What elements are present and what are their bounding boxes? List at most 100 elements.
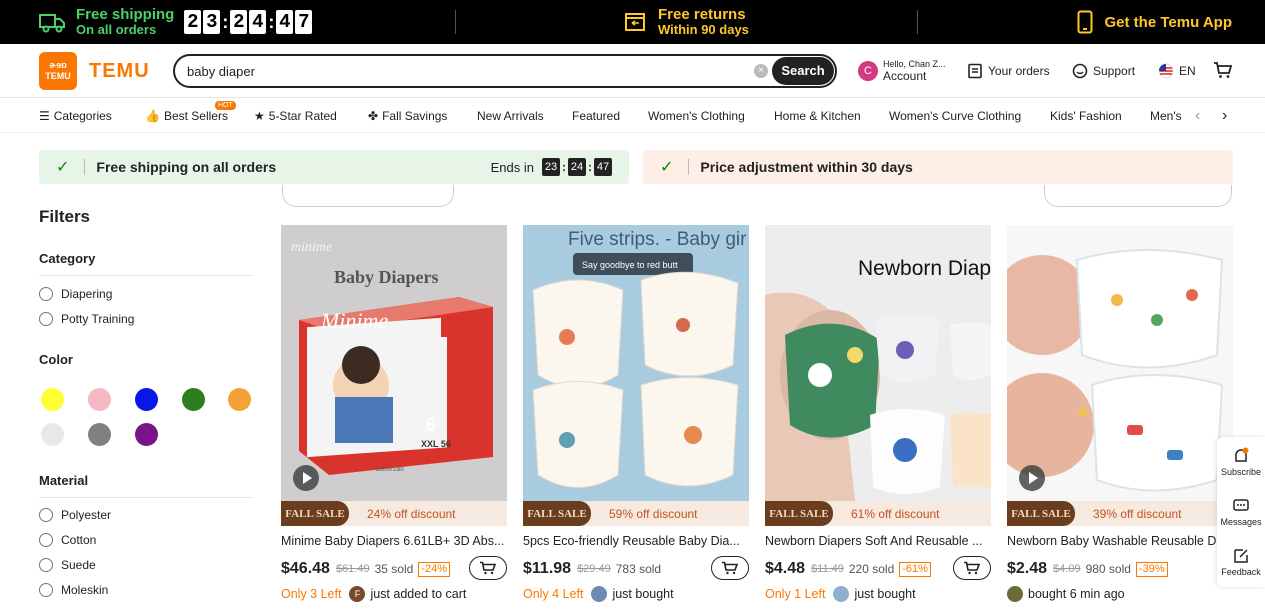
- search-input[interactable]: [187, 61, 747, 81]
- product-card[interactable]: Five strips. - Baby gir Say goodbye to r…: [523, 225, 749, 611]
- logo-text: TEMU: [89, 59, 150, 82]
- discount-text: 61% off discount: [851, 506, 940, 521]
- color-swatch-orange[interactable]: [228, 388, 251, 411]
- cart-icon[interactable]: [1213, 61, 1233, 79]
- nav-label: Kids' Fashion: [1050, 109, 1122, 123]
- nav-new-arrivals[interactable]: New Arrivals: [477, 109, 544, 123]
- stock-row: Only 4 Left just bought: [523, 586, 749, 602]
- sale-strip: FALL SALE 39% off discount: [1007, 501, 1233, 526]
- product-image[interactable]: Five strips. - Baby gir Say goodbye to r…: [523, 225, 749, 501]
- account-label: Account: [883, 69, 927, 83]
- get-app-text: Get the Temu App: [1104, 13, 1233, 31]
- svg-text:XXL 56: XXL 56: [421, 439, 451, 449]
- support-link[interactable]: Support: [1072, 63, 1135, 79]
- returns-line1: Free returns: [658, 6, 746, 23]
- orders-icon: [968, 63, 982, 79]
- nav-featured[interactable]: Featured: [572, 109, 620, 123]
- nav-mens[interactable]: Men's: [1150, 109, 1182, 123]
- nav-best-sellers[interactable]: 👍 Best Sellers: [145, 109, 228, 123]
- product-image[interactable]: minime Baby Diapers Minime 6 XXL 56 33cm…: [281, 225, 507, 501]
- color-swatch-white[interactable]: [41, 423, 64, 446]
- language-selector[interactable]: EN: [1158, 63, 1196, 79]
- image-sub-text: Say goodbye to red butt: [582, 260, 678, 270]
- subscribe-button[interactable]: Subscribe: [1217, 447, 1265, 477]
- product-image[interactable]: [1007, 225, 1233, 501]
- price-adjustment-banner: ✓ Price adjustment within 30 days: [643, 150, 1233, 184]
- product-card[interactable]: FALL SALE 39% off discount Newborn Baby …: [1007, 225, 1233, 611]
- discount-badge: -61%: [899, 561, 931, 577]
- option-label: Cotton: [61, 533, 97, 547]
- filter-dropdown[interactable]: [1044, 185, 1232, 207]
- nav-fall-savings[interactable]: ✤ Fall Savings: [368, 109, 447, 123]
- add-to-cart-button[interactable]: [469, 556, 507, 580]
- countdown-digit: 2: [230, 10, 248, 34]
- nav-kids-fashion[interactable]: Kids' Fashion: [1050, 109, 1122, 123]
- product-card[interactable]: Newborn Diap FALL SALE 61% off discount …: [765, 225, 991, 611]
- shipping-line2: On all orders: [76, 22, 157, 37]
- color-swatch-pink[interactable]: [88, 388, 111, 411]
- add-cart-icon: [964, 561, 981, 575]
- returns-icon: [625, 13, 645, 31]
- material-option-moleskin[interactable]: Moleskin: [39, 583, 108, 597]
- nav-womens-clothing[interactable]: Women's Clothing: [648, 109, 745, 123]
- your-orders-link[interactable]: Your orders: [967, 63, 1050, 79]
- feedback-button[interactable]: Feedback: [1217, 547, 1265, 577]
- free-shipping-promo[interactable]: Free shipping On all orders 2 3 : 2 4 : …: [38, 7, 314, 37]
- material-option-suede[interactable]: Suede: [39, 558, 96, 572]
- nav-womens-curve[interactable]: Women's Curve Clothing: [889, 109, 1021, 123]
- color-swatch-blue[interactable]: [135, 388, 158, 411]
- color-swatch-gray[interactable]: [88, 423, 111, 446]
- radio-icon: [39, 312, 53, 326]
- nav-five-star[interactable]: ★ 5-Star Rated: [254, 109, 337, 123]
- nav-label: Home & Kitchen: [774, 109, 861, 123]
- chevron-left-icon[interactable]: ‹: [1195, 107, 1200, 125]
- language-label: EN: [1179, 64, 1196, 78]
- radio-icon: [39, 533, 53, 547]
- product-title[interactable]: Minime Baby Diapers 6.61LB+ 3D Abs...: [281, 534, 507, 548]
- nav-home-kitchen[interactable]: Home & Kitchen: [774, 109, 861, 123]
- fall-sale-tag: FALL SALE: [1007, 501, 1075, 526]
- account-menu[interactable]: C Hello, Chan Z... Account: [858, 59, 946, 83]
- filters-panel: Filters Category Diapering Potty Trainin…: [39, 207, 253, 597]
- play-video-icon[interactable]: [1019, 465, 1045, 491]
- color-swatch-yellow[interactable]: [41, 388, 64, 411]
- product-title[interactable]: 5pcs Eco-friendly Reusable Baby Dia...: [523, 534, 749, 548]
- color-swatch-green[interactable]: [182, 388, 205, 411]
- color-swatch-purple[interactable]: [135, 423, 158, 446]
- promo-bar: Free shipping On all orders 2 3 : 2 4 : …: [0, 0, 1265, 44]
- buyer-avatar: [833, 586, 850, 602]
- temu-logo[interactable]: ɚɘɒ TEMU TEMU: [39, 52, 150, 90]
- material-option-polyester[interactable]: Polyester: [39, 508, 111, 522]
- messages-label: Messages: [1220, 517, 1262, 527]
- search-button[interactable]: Search: [772, 57, 834, 85]
- messages-button[interactable]: Messages: [1217, 497, 1265, 527]
- category-option-potty-training[interactable]: Potty Training: [39, 312, 134, 326]
- nav-label: 5-Star Rated: [268, 109, 337, 123]
- add-to-cart-button[interactable]: [953, 556, 991, 580]
- activity-text: bought 6 min ago: [1028, 587, 1125, 601]
- phone-icon: [1077, 10, 1092, 34]
- sort-dropdown[interactable]: [282, 185, 454, 207]
- original-price: $11.49: [811, 563, 844, 575]
- product-title[interactable]: Newborn Diapers Soft And Reusable ...: [765, 534, 991, 548]
- header: ɚɘɒTEMU TEMU × Search C Hello, Chan Z...…: [0, 44, 1265, 98]
- add-to-cart-button[interactable]: [711, 556, 749, 580]
- product-title[interactable]: Newborn Baby Washable Reusable D...: [1007, 534, 1233, 548]
- product-image[interactable]: Newborn Diap: [765, 225, 991, 501]
- price-adjustment-text: Price adjustment within 30 days: [700, 159, 913, 175]
- nav-label: Women's Curve Clothing: [889, 109, 1022, 123]
- nav-label: New Arrivals: [477, 109, 544, 123]
- get-app-promo[interactable]: Get the Temu App: [1077, 10, 1233, 34]
- original-price: $29.49: [577, 563, 611, 575]
- countdown-hours: 23: [542, 158, 560, 176]
- product-card[interactable]: minime Baby Diapers Minime 6 XXL 56 33cm…: [281, 225, 507, 611]
- nav-categories[interactable]: ☰ Categories: [39, 109, 112, 123]
- play-video-icon[interactable]: [293, 465, 319, 491]
- star-badge-icon: ★: [254, 109, 265, 123]
- bell-icon: [1235, 447, 1249, 462]
- category-option-diapering[interactable]: Diapering: [39, 287, 112, 301]
- clear-search-icon[interactable]: ×: [754, 64, 768, 78]
- material-option-cotton[interactable]: Cotton: [39, 533, 96, 547]
- chevron-right-icon[interactable]: ›: [1222, 107, 1227, 125]
- free-returns-promo[interactable]: Free returns Within 90 days: [624, 7, 749, 37]
